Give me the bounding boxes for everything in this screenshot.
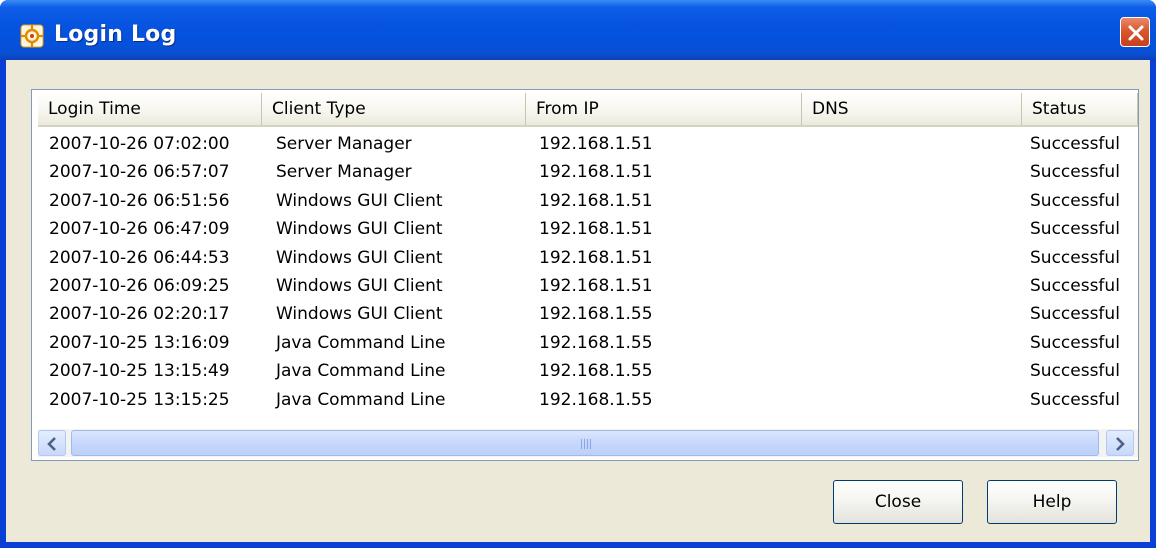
cell-status: Successful xyxy=(1030,134,1120,154)
cell-login-time: 2007-10-26 07:02:00 xyxy=(49,134,230,154)
cell-status: Successful xyxy=(1030,276,1120,296)
window-close-button[interactable] xyxy=(1120,17,1150,47)
cell-login-time: 2007-10-26 06:57:07 xyxy=(49,162,230,183)
cell-from-ip: 192.168.1.51 xyxy=(539,276,653,296)
cell-login-time: 2007-10-25 13:15:49 xyxy=(49,361,230,382)
column-header-login-time[interactable]: Login Time xyxy=(38,93,262,125)
table-row[interactable]: 2007-10-25 13:15:49 Java Command Line 192.… xyxy=(38,357,1138,385)
login-log-table[interactable]: Login Time Client Type From IP DNS Statu… xyxy=(31,89,1139,461)
cell-login-time: 2007-10-26 02:20:17 xyxy=(49,304,230,325)
cell-from-ip: 192.168.1.55 xyxy=(539,361,653,382)
help-button[interactable]: Help xyxy=(987,480,1117,524)
cell-login-time: 2007-10-26 06:47:09 xyxy=(49,219,230,240)
cell-client-type: Server Manager xyxy=(276,134,412,154)
table-row[interactable]: 2007-10-26 02:20:17 Windows GUI Client 192… xyxy=(38,300,1138,328)
table-row[interactable]: 2007-10-26 07:02:00 Server Manager 192.168… xyxy=(38,130,1138,158)
cell-client-type: Java Command Line xyxy=(276,332,446,353)
cell-login-time: 2007-10-26 06:51:56 xyxy=(49,190,230,211)
cell-from-ip: 192.168.1.51 xyxy=(539,190,653,211)
table-header: Login Time Client Type From IP DNS Statu… xyxy=(38,93,1138,127)
column-header-status[interactable]: Status xyxy=(1022,93,1138,125)
cell-from-ip: 192.168.1.51 xyxy=(539,162,653,183)
close-icon xyxy=(1128,25,1144,41)
cell-status: Successful xyxy=(1030,247,1120,268)
cell-status: Successful xyxy=(1030,389,1120,410)
table-row[interactable]: 2007-10-26 06:57:07 Server Manager 192.168… xyxy=(38,158,1138,186)
chevron-right-icon xyxy=(1116,437,1125,451)
table-row[interactable]: 2007-10-26 06:09:25 Windows GUI Client 192… xyxy=(38,272,1138,300)
scrollbar-grip xyxy=(581,439,593,449)
cell-client-type: Windows GUI Client xyxy=(276,219,443,240)
cell-from-ip: 192.168.1.51 xyxy=(539,134,653,154)
column-header-dns[interactable]: DNS xyxy=(802,93,1022,125)
cell-from-ip: 192.168.1.51 xyxy=(539,247,653,268)
title-bar[interactable]: Login Log xyxy=(0,0,1156,60)
table-row[interactable]: 2007-10-25 13:15:25 Java Command Line 192.… xyxy=(38,386,1138,414)
cell-client-type: Server Manager xyxy=(276,162,412,183)
cell-login-time: 2007-10-26 06:44:53 xyxy=(49,247,230,268)
column-header-client-type[interactable]: Client Type xyxy=(262,93,526,125)
cell-client-type: Windows GUI Client xyxy=(276,190,443,211)
cell-client-type: Java Command Line xyxy=(276,389,446,410)
cell-from-ip: 192.168.1.55 xyxy=(539,332,653,353)
cell-login-time: 2007-10-25 13:16:09 xyxy=(49,332,230,353)
table-row[interactable]: 2007-10-26 06:44:53 Windows GUI Client 192… xyxy=(38,244,1138,272)
cell-from-ip: 192.168.1.55 xyxy=(539,304,653,325)
cell-status: Successful xyxy=(1030,361,1120,382)
cell-login-time: 2007-10-25 13:15:25 xyxy=(49,389,230,410)
cell-login-time: 2007-10-26 06:09:25 xyxy=(49,276,230,296)
cell-status: Successful xyxy=(1030,304,1120,325)
scroll-right-button[interactable] xyxy=(1106,430,1134,456)
table-row[interactable]: 2007-10-26 06:47:09 Windows GUI Client 192… xyxy=(38,215,1138,243)
chevron-left-icon xyxy=(47,437,56,451)
table-row[interactable]: 2007-10-26 06:51:56 Windows GUI Client 192… xyxy=(38,187,1138,215)
table-row[interactable]: 2007-10-25 13:16:09 Java Command Line 192.… xyxy=(38,329,1138,357)
cell-status: Successful xyxy=(1030,190,1120,211)
cell-client-type: Windows GUI Client xyxy=(276,276,443,296)
cell-status: Successful xyxy=(1030,332,1120,353)
cell-client-type: Windows GUI Client xyxy=(276,304,443,325)
horizontal-scrollbar[interactable] xyxy=(38,429,1138,457)
close-button[interactable]: Close xyxy=(833,480,963,524)
window-title: Login Log xyxy=(54,22,177,47)
scroll-left-button[interactable] xyxy=(38,430,66,456)
app-logo-icon xyxy=(20,24,44,48)
cell-status: Successful xyxy=(1030,162,1120,183)
cell-status: Successful xyxy=(1030,219,1120,240)
column-header-from-ip[interactable]: From IP xyxy=(526,93,802,125)
cell-client-type: Windows GUI Client xyxy=(276,247,443,268)
cell-from-ip: 192.168.1.51 xyxy=(539,219,653,240)
cell-from-ip: 192.168.1.55 xyxy=(539,389,653,410)
scrollbar-thumb[interactable] xyxy=(71,430,1099,456)
cell-client-type: Java Command Line xyxy=(276,361,446,382)
